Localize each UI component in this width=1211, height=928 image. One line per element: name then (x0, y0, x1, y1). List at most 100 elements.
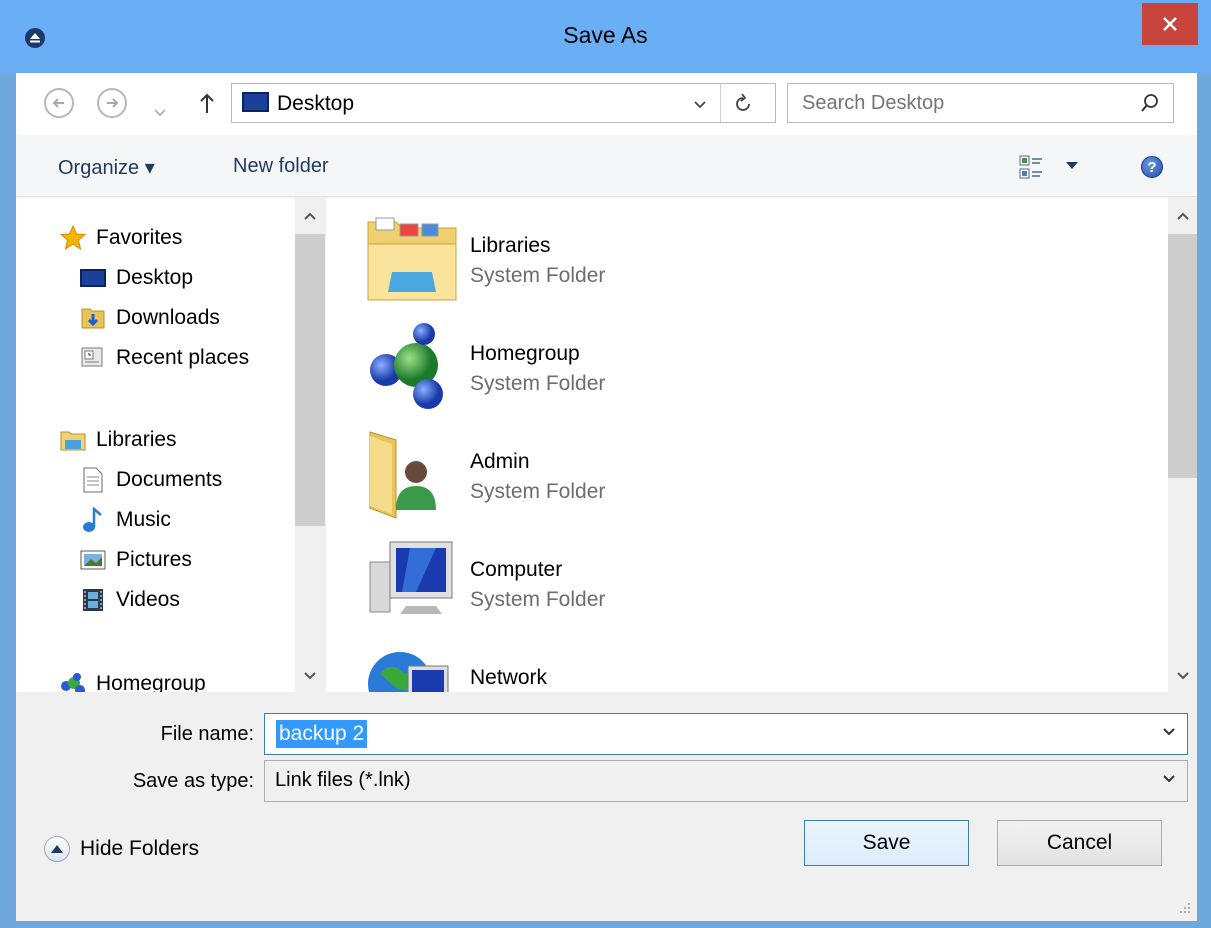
list-item[interactable]: Computer System Folder (366, 536, 966, 636)
chevron-down-icon[interactable] (690, 94, 710, 114)
sidebar-item-music[interactable]: Music (80, 504, 171, 536)
change-view-icon[interactable] (1018, 153, 1050, 183)
command-toolbar: Organize ▾ New folder ? (16, 135, 1197, 197)
navigation-bar: Desktop (16, 73, 1197, 135)
list-item[interactable]: Homegroup System Folder (366, 320, 966, 420)
documents-icon (80, 467, 106, 493)
sidebar-item-label: Recent places (116, 346, 250, 369)
scroll-thumb[interactable] (295, 234, 325, 526)
list-item[interactable]: Libraries System Folder (366, 212, 966, 312)
refresh-icon[interactable] (730, 91, 756, 117)
recent-places-icon (80, 345, 106, 371)
file-name: Computer (470, 558, 563, 581)
sidebar-item-label: Homegroup (96, 672, 206, 692)
save-button[interactable]: Save (804, 820, 969, 866)
sidebar-item-label: Downloads (116, 306, 220, 329)
back-button[interactable] (44, 88, 74, 118)
cancel-button[interactable]: Cancel (997, 820, 1162, 866)
sidebar-item-documents[interactable]: Documents (80, 464, 222, 496)
recent-locations-dropdown[interactable] (154, 100, 166, 123)
scroll-up-button[interactable] (295, 201, 325, 231)
view-options-dropdown[interactable] (1066, 162, 1078, 170)
window-title: Save As (563, 22, 648, 48)
up-arrow-icon (200, 93, 214, 113)
pictures-icon (80, 547, 106, 573)
save-options-panel: File name: backup 2 Save as type: Link f… (16, 692, 1197, 921)
music-icon (80, 507, 106, 533)
search-icon[interactable] (1139, 92, 1161, 114)
list-item[interactable]: Admin System Folder (366, 428, 966, 528)
downloads-icon (80, 305, 106, 331)
sidebar-item-libraries[interactable]: Libraries (60, 424, 177, 456)
list-item[interactable]: Network (366, 644, 966, 692)
desktop-icon (80, 265, 106, 291)
videos-icon (80, 587, 106, 613)
file-name-label: File name: (160, 723, 254, 745)
chevron-up-circle-icon (44, 836, 70, 862)
sidebar-item-recent-places[interactable]: Recent places (80, 342, 249, 374)
save-type-label: Save as type: (132, 770, 254, 792)
close-icon (1163, 17, 1177, 31)
hide-folders-button[interactable]: Hide Folders (44, 833, 199, 865)
chevron-up-icon (304, 212, 316, 220)
scroll-down-button[interactable] (1168, 661, 1197, 691)
sidebar-item-desktop[interactable]: Desktop (80, 262, 193, 294)
address-bar[interactable]: Desktop (231, 83, 776, 123)
file-name: Network (470, 666, 548, 689)
sidebar-item-favorites[interactable]: Favorites (60, 222, 182, 254)
save-type-value: Link files (*.lnk) (275, 769, 411, 791)
organize-menu[interactable]: Organize ▾ (58, 155, 155, 180)
back-arrow-icon (52, 98, 64, 108)
chevron-up-icon (1177, 212, 1189, 220)
sidebar-item-videos[interactable]: Videos (80, 584, 180, 616)
chevron-down-icon (304, 672, 316, 680)
dialog-client-area: Desktop Organize ▾ New folder ? (16, 73, 1197, 921)
file-type: System Folder (470, 264, 606, 287)
navigation-scrollbar[interactable] (295, 198, 325, 692)
file-type: System Folder (470, 372, 606, 395)
chevron-down-icon (1163, 775, 1175, 783)
file-name: Homegroup (470, 342, 580, 365)
computer-icon (369, 541, 453, 614)
scroll-thumb[interactable] (1168, 234, 1197, 478)
chevron-down-icon (154, 109, 166, 117)
star-icon (60, 225, 86, 251)
up-button[interactable] (196, 87, 218, 119)
file-list-scrollbar[interactable] (1168, 198, 1197, 692)
close-button[interactable] (1142, 3, 1198, 45)
sidebar-item-label: Music (116, 508, 171, 531)
save-type-select[interactable]: Link files (*.lnk) (264, 760, 1188, 802)
sidebar-item-label: Pictures (116, 548, 192, 571)
help-icon[interactable]: ? (1141, 156, 1163, 178)
resize-grip-icon[interactable] (1174, 897, 1192, 915)
chevron-down-icon (1177, 672, 1189, 680)
sidebar-item-label: Libraries (96, 428, 177, 451)
desktop-icon (242, 92, 269, 112)
file-name-field[interactable]: backup 2 (264, 713, 1188, 755)
title-bar[interactable]: Save As (0, 0, 1211, 73)
sidebar-item-label: Videos (116, 588, 180, 611)
forward-button[interactable] (97, 88, 127, 118)
sidebar-item-pictures[interactable]: Pictures (80, 544, 192, 576)
chevron-down-icon[interactable] (1162, 727, 1176, 737)
search-input[interactable] (802, 90, 1122, 116)
sidebar-item-label: Documents (116, 468, 223, 491)
libraries-icon (60, 427, 86, 453)
search-box[interactable] (787, 83, 1174, 123)
file-list-pane: Libraries System Folder Homegroup System… (325, 198, 1197, 692)
network-icon (368, 652, 449, 692)
sidebar-item-homegroup[interactable]: Homegroup (60, 668, 206, 692)
file-type: System Folder (470, 588, 606, 611)
libraries-folder-icon (367, 217, 457, 301)
save-as-dialog: Save As Desktop Search Desktop Organize … (0, 0, 1211, 928)
homegroup-icon (370, 323, 443, 409)
file-name-value[interactable]: backup 2 (276, 720, 368, 748)
hide-folders-label: Hide Folders (80, 837, 200, 860)
scroll-down-button[interactable] (295, 661, 325, 691)
address-separator (720, 84, 721, 122)
scroll-up-button[interactable] (1168, 201, 1197, 231)
file-name: Admin (470, 450, 530, 473)
new-folder-button[interactable]: New folder (233, 155, 329, 178)
sidebar-item-downloads[interactable]: Downloads (80, 302, 220, 334)
forward-arrow-icon (107, 98, 119, 108)
